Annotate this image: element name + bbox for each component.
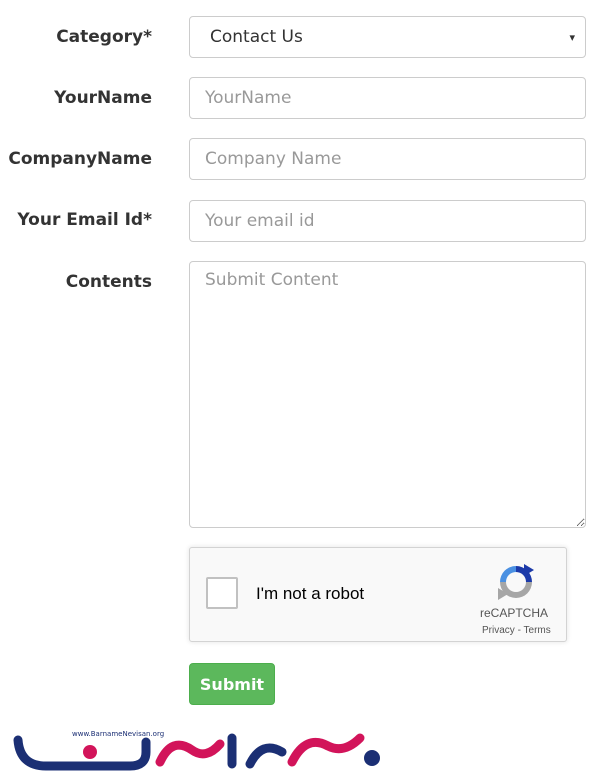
site-logo: www.BarnameNevisan.org bbox=[10, 722, 390, 774]
category-label: Category* bbox=[56, 27, 152, 47]
company-name-label: CompanyName bbox=[8, 149, 152, 169]
recaptcha-checkbox[interactable] bbox=[206, 577, 238, 609]
recaptcha-links: Privacy - Terms bbox=[482, 625, 551, 636]
your-name-input[interactable] bbox=[189, 77, 586, 119]
your-name-label: YourName bbox=[54, 88, 152, 108]
barnamenevisan-logo-graphic: www.BarnameNevisan.org bbox=[13, 730, 380, 771]
recaptcha-icon bbox=[498, 564, 534, 600]
recaptcha-privacy-link[interactable]: Privacy bbox=[482, 625, 515, 636]
recaptcha-widget: I'm not a robot reCAPTCHA Privacy - Term… bbox=[189, 547, 567, 642]
recaptcha-brand: reCAPTCHA bbox=[480, 606, 549, 620]
logo-url-text: www.BarnameNevisan.org bbox=[72, 730, 164, 738]
email-input[interactable] bbox=[189, 200, 586, 242]
chevron-down-icon: ▾ bbox=[569, 30, 575, 44]
contents-label: Contents bbox=[65, 272, 152, 292]
recaptcha-links-separator: - bbox=[514, 625, 524, 636]
recaptcha-terms-link[interactable]: Terms bbox=[524, 625, 551, 636]
submit-button[interactable]: Submit bbox=[189, 663, 275, 705]
recaptcha-label: I'm not a robot bbox=[256, 584, 365, 603]
email-label: Your Email Id* bbox=[17, 210, 152, 230]
category-selected-value: Contact Us bbox=[210, 27, 303, 47]
category-select[interactable]: Contact Us ▾ bbox=[189, 16, 586, 58]
contents-textarea[interactable] bbox=[189, 261, 586, 528]
company-name-input[interactable] bbox=[189, 138, 586, 180]
